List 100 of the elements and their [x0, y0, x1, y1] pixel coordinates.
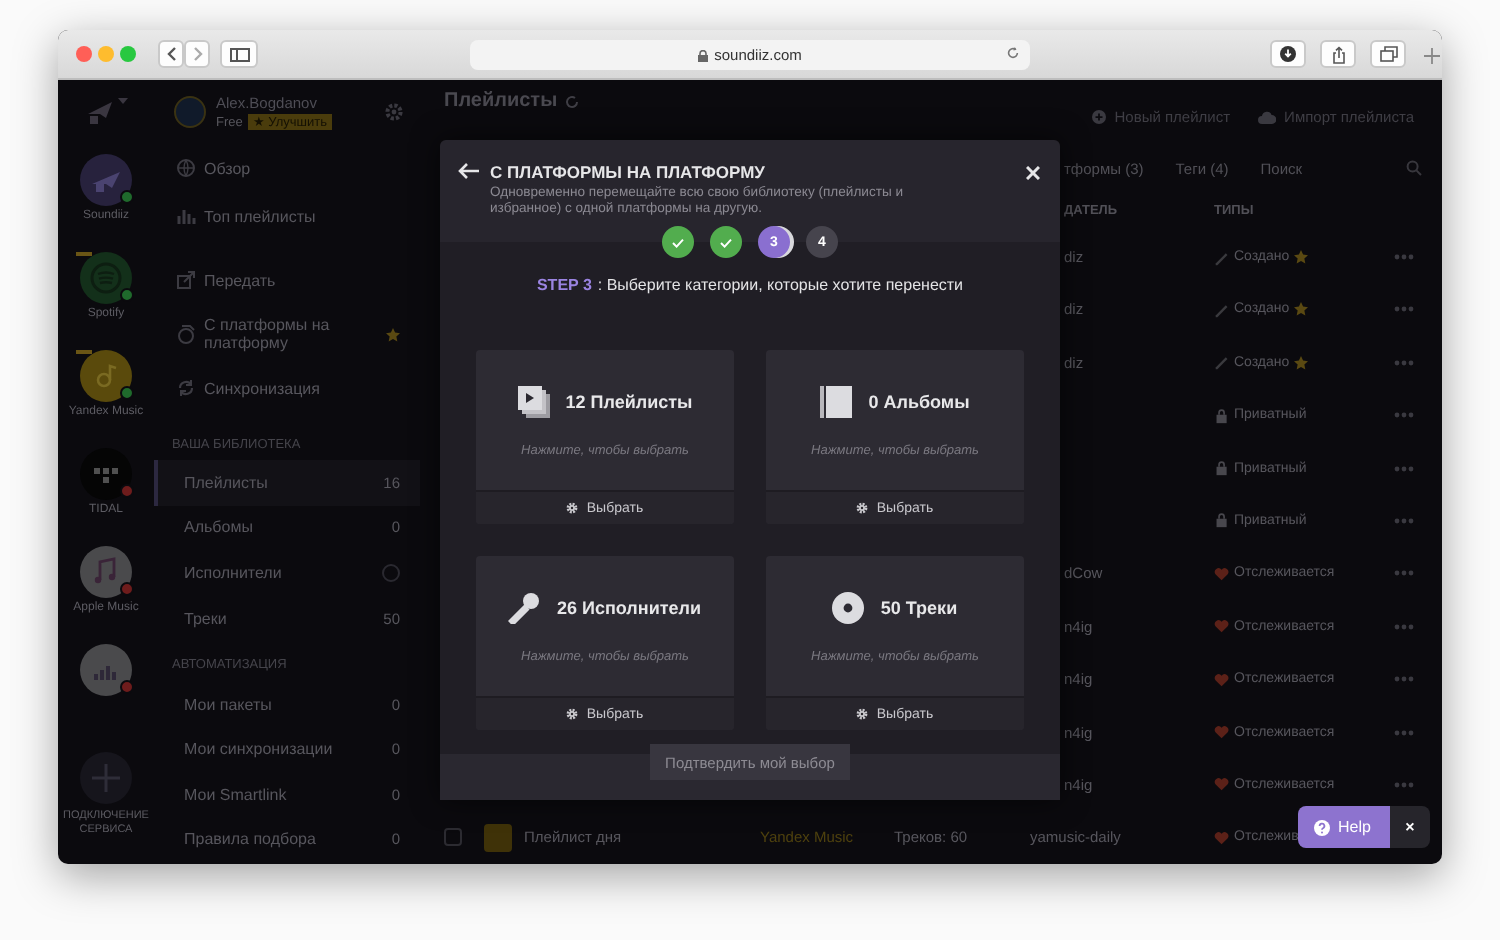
back-button[interactable] [158, 40, 184, 68]
more-icon[interactable] [1394, 254, 1414, 260]
transfer-icon [176, 270, 196, 290]
pencil-icon [1214, 249, 1230, 265]
more-icon[interactable] [1394, 359, 1414, 366]
search-icon[interactable] [1406, 160, 1422, 177]
dialog-title: С ПЛАТФОРМЫ НА ПЛАТФОРМУ [490, 162, 767, 184]
plus-circle-icon [1092, 110, 1107, 124]
more-icon[interactable] [1394, 465, 1414, 472]
album-icon [820, 386, 853, 418]
page-title: Плейлисты [444, 90, 558, 112]
pencil-icon [1214, 301, 1230, 318]
more-icon[interactable] [1394, 412, 1414, 419]
nav-label: Синхронизация [204, 379, 322, 397]
avatar[interactable] [174, 96, 206, 128]
heart-icon [1214, 829, 1230, 846]
item-label: Альбомы [184, 518, 255, 537]
wave-logo-icon [80, 252, 132, 304]
item-label: Мои Smartlink [184, 785, 289, 804]
more-icon[interactable] [1394, 729, 1414, 736]
share-icon [1331, 45, 1345, 63]
lock-icon [1214, 460, 1230, 477]
nav-label: Топ плейлисты [204, 207, 318, 225]
nav-label: Передать [204, 271, 278, 289]
row-checkbox[interactable] [444, 828, 462, 847]
back-arrow-icon[interactable] [458, 162, 480, 180]
logo-icon [85, 98, 113, 126]
nav-label: Обзор [204, 159, 253, 177]
more-icon[interactable] [1394, 676, 1414, 683]
heart-icon [1214, 724, 1230, 741]
lock-icon [1214, 407, 1230, 424]
playlist-icon [517, 386, 550, 418]
gear-icon [856, 708, 869, 720]
chevron-left-icon [165, 46, 177, 62]
download-icon [1280, 46, 1296, 62]
cloud-icon [1258, 110, 1277, 124]
note-logo-icon [80, 350, 132, 402]
heart-icon [1214, 618, 1230, 635]
item-label: Треки [184, 609, 229, 628]
playlist-thumbnail [484, 823, 512, 852]
nav-item[interactable]: Топ плейлисты [154, 192, 420, 240]
step-label: STEP 3 [536, 274, 592, 298]
more-icon[interactable] [1394, 517, 1414, 524]
heart-icon [1214, 776, 1230, 793]
more-icon[interactable] [1394, 781, 1414, 788]
check-icon [672, 237, 684, 247]
check-icon [720, 237, 732, 247]
download-button[interactable] [1270, 40, 1306, 68]
tabs-button[interactable] [1370, 40, 1406, 68]
tabs-icon [1379, 46, 1397, 62]
nav-item[interactable]: Синхронизация [154, 364, 420, 412]
close-icon[interactable] [1026, 166, 1040, 180]
more-icon[interactable] [1394, 570, 1414, 577]
gear-icon [856, 502, 869, 514]
bar-chart-icon [176, 206, 196, 226]
add-icon[interactable] [80, 752, 132, 804]
reload-icon [1006, 46, 1020, 60]
plus-icon [1424, 48, 1440, 64]
pencil-icon [1214, 354, 1230, 371]
heart-icon [1214, 671, 1230, 688]
caret-icon [117, 98, 127, 106]
item-label: Правила подбора [184, 830, 318, 849]
item-label: Плейлисты [184, 473, 270, 492]
nav-item[interactable]: Обзор [154, 144, 420, 192]
gear-icon [566, 502, 579, 514]
category-title: 12 Плейлисты [565, 392, 693, 412]
disc-icon [832, 592, 865, 624]
more-icon[interactable] [1394, 306, 1414, 313]
microphone-icon [508, 592, 541, 624]
question-icon [1314, 819, 1330, 835]
sidebar-button[interactable] [220, 40, 258, 68]
star-icon [1293, 355, 1308, 370]
item-label: Мои синхронизации [184, 740, 335, 759]
chevron-right-icon [191, 46, 203, 62]
category-title: 0 Альбомы [868, 392, 970, 412]
nav-item[interactable]: С платформы на платформу [154, 304, 420, 364]
lock-icon [1214, 512, 1230, 529]
settings-icon[interactable] [384, 102, 404, 122]
lock-icon [698, 49, 709, 61]
heart-icon [1214, 565, 1230, 582]
item-label: Исполнители [184, 563, 284, 582]
globe-icon [176, 158, 196, 178]
more-icon[interactable] [1394, 623, 1414, 630]
nav-label: С платформы на платформу [204, 316, 332, 352]
gear-icon [566, 708, 579, 720]
nav-item[interactable]: Передать [154, 256, 420, 304]
star-icon [1293, 250, 1308, 264]
close-button[interactable]: × [1390, 806, 1430, 848]
sidebar-icon [229, 47, 249, 61]
sidebar-item[interactable]: Исполнители [154, 550, 420, 596]
category-title: 26 Исполнители [556, 598, 702, 618]
help-button[interactable]: Help [1298, 806, 1390, 848]
step-instruction: : Выберите категории, которые хотите перенести [597, 274, 964, 298]
sync-icon [176, 378, 196, 398]
item-label: Мои пакеты [184, 695, 274, 714]
category-title: 50 Треки [880, 598, 958, 618]
loading-icon [382, 563, 400, 582]
share-button[interactable] [1320, 40, 1356, 68]
star-icon [1293, 302, 1308, 317]
refresh-icon[interactable] [563, 93, 580, 109]
